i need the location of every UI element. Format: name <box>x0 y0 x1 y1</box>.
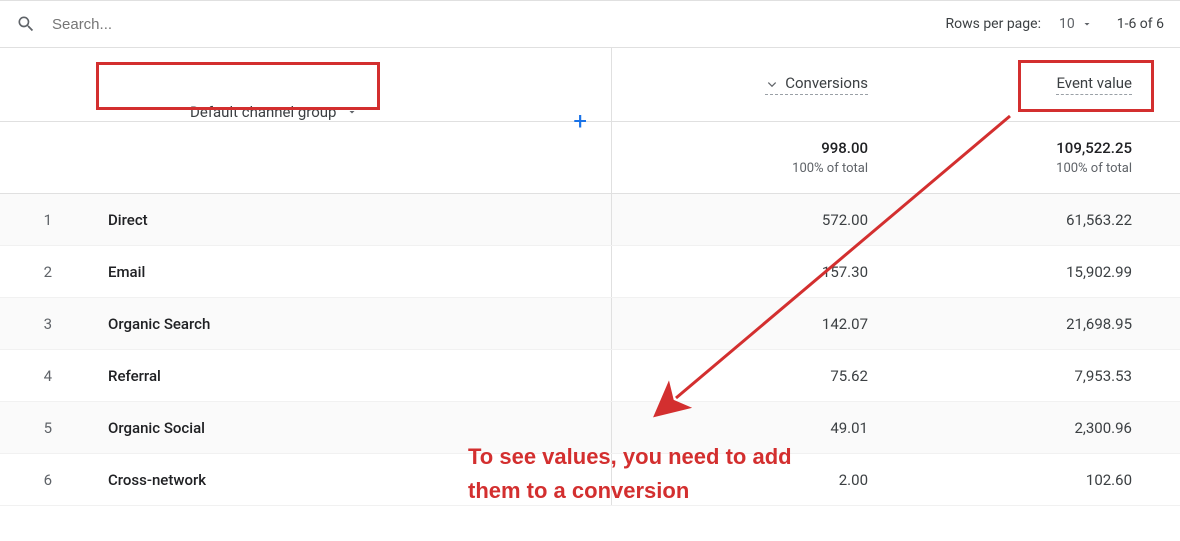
row-channel-name: Referral <box>80 367 611 385</box>
conversions-label: Conversions <box>785 74 868 92</box>
row-index: 6 <box>0 471 80 489</box>
row-channel-name: Email <box>80 263 611 281</box>
row-conversions: 49.01 <box>612 419 892 437</box>
event-value-label: Event value <box>1056 74 1132 92</box>
page-range: 1-6 of 6 <box>1117 16 1164 32</box>
conversions-column-header[interactable]: Conversions <box>765 74 868 95</box>
table-body: 1Direct572.0061,563.222Email157.3015,902… <box>0 194 1180 506</box>
rows-per-page-label: Rows per page: <box>945 16 1040 32</box>
toolbar: Rows per page: 10 1-6 of 6 <box>0 0 1180 48</box>
row-channel-name: Organic Social <box>80 419 611 437</box>
add-dimension-button[interactable]: + <box>573 109 587 133</box>
row-event-value: 21,698.95 <box>892 315 1172 333</box>
table-header: Default channel group + Conversions Even… <box>0 48 1180 122</box>
row-index: 2 <box>0 263 80 281</box>
row-conversions: 157.30 <box>612 263 892 281</box>
row-event-value: 102.60 <box>892 471 1172 489</box>
row-channel-name: Cross-network <box>80 471 611 489</box>
row-event-value: 2,300.96 <box>892 419 1172 437</box>
rows-per-page: Rows per page: 10 <box>945 16 1092 32</box>
row-index: 5 <box>0 419 80 437</box>
conversions-total-pct: 100% of total <box>792 161 868 176</box>
search-icon <box>16 14 36 34</box>
row-index: 3 <box>0 315 80 333</box>
row-index: 1 <box>0 211 80 229</box>
totals-row: 998.00 100% of total 109,522.25 100% of … <box>0 122 1180 194</box>
rows-per-page-value: 10 <box>1059 16 1075 32</box>
table-row[interactable]: 4Referral75.627,953.53 <box>0 350 1180 402</box>
arrow-down-icon <box>765 76 779 90</box>
row-conversions: 142.07 <box>612 315 892 333</box>
row-channel-name: Direct <box>80 211 611 229</box>
row-event-value: 7,953.53 <box>892 367 1172 385</box>
event-value-column-header[interactable]: Event value <box>1056 74 1132 95</box>
dimension-selector[interactable]: Default channel group <box>176 95 372 129</box>
row-event-value: 15,902.99 <box>892 263 1172 281</box>
search-input[interactable] <box>52 16 252 33</box>
chevron-down-icon <box>1081 18 1093 30</box>
search-field[interactable] <box>16 14 945 34</box>
row-conversions: 2.00 <box>612 471 892 489</box>
table-row[interactable]: 5Organic Social49.012,300.96 <box>0 402 1180 454</box>
table-row[interactable]: 2Email157.3015,902.99 <box>0 246 1180 298</box>
row-conversions: 572.00 <box>612 211 892 229</box>
rows-per-page-select[interactable]: 10 <box>1059 16 1093 32</box>
conversions-total: 998.00 <box>821 139 868 157</box>
row-event-value: 61,563.22 <box>892 211 1172 229</box>
table-row[interactable]: 6Cross-network2.00102.60 <box>0 454 1180 506</box>
table-row[interactable]: 3Organic Search142.0721,698.95 <box>0 298 1180 350</box>
row-conversions: 75.62 <box>612 367 892 385</box>
dimension-label: Default channel group <box>190 103 336 121</box>
pagination: Rows per page: 10 1-6 of 6 <box>945 16 1164 32</box>
chevron-down-icon <box>346 106 358 118</box>
event-value-total-pct: 100% of total <box>1056 161 1132 176</box>
table-row[interactable]: 1Direct572.0061,563.22 <box>0 194 1180 246</box>
row-channel-name: Organic Search <box>80 315 611 333</box>
row-index: 4 <box>0 367 80 385</box>
event-value-total: 109,522.25 <box>1056 139 1132 157</box>
